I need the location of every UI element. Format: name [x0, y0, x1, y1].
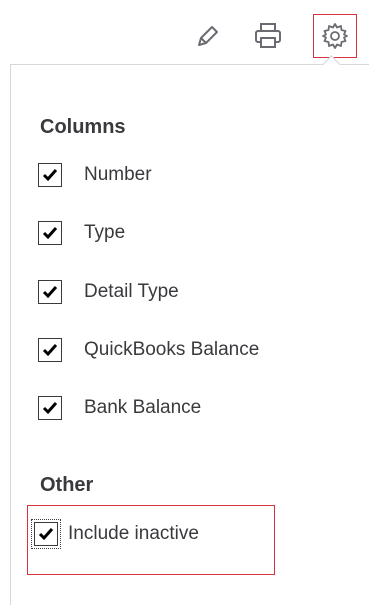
printer-icon [255, 23, 281, 48]
option-label: Detail Type [84, 281, 179, 302]
column-option-type[interactable]: Type [38, 218, 125, 248]
option-label: Type [84, 222, 126, 243]
checkmark-icon [42, 402, 58, 415]
checkmark-icon [42, 286, 58, 299]
include-inactive-option[interactable]: Include inactive [31, 518, 199, 550]
checkbox[interactable] [38, 338, 62, 362]
column-option-bank-balance[interactable]: Bank Balance [38, 393, 201, 423]
option-label: Bank Balance [84, 397, 202, 418]
checkbox[interactable] [38, 280, 62, 304]
edit-button[interactable] [188, 16, 228, 56]
checkmark-icon [38, 528, 54, 541]
option-label: QuickBooks Balance [84, 339, 260, 360]
column-option-quickbooks-balance[interactable]: QuickBooks Balance [38, 335, 259, 365]
checkbox[interactable] [38, 396, 62, 420]
include-inactive-checkbox[interactable] [31, 519, 61, 549]
checkmark-icon [42, 227, 58, 240]
columns-section-title: Columns [40, 116, 126, 138]
option-label: Number [84, 164, 152, 185]
print-button[interactable] [248, 16, 288, 56]
option-label: Include inactive [68, 523, 199, 544]
checkbox[interactable] [38, 221, 62, 245]
toolbar [0, 0, 369, 64]
column-option-detail-type[interactable]: Detail Type [38, 277, 179, 307]
checkbox[interactable] [38, 163, 62, 187]
settings-button[interactable] [313, 14, 357, 58]
pencil-icon [198, 26, 218, 46]
column-option-number[interactable]: Number [38, 160, 152, 190]
other-section-title: Other [40, 474, 94, 496]
gear-icon [322, 23, 348, 49]
checkmark-icon [42, 169, 58, 182]
checkmark-icon [42, 344, 58, 357]
